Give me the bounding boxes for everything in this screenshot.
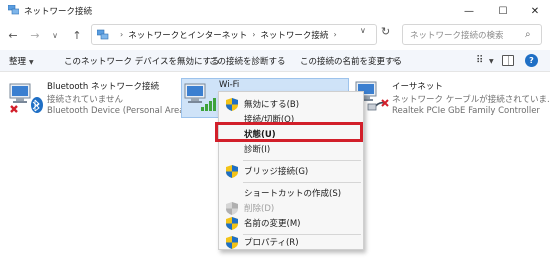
- bluetooth-network-icon: [9, 83, 43, 113]
- menu-label: ブリッジ接続(G): [244, 167, 309, 177]
- breadcrumb-separator: ›: [333, 30, 337, 39]
- forward-arrow-icon[interactable]: →: [26, 26, 44, 44]
- diagnose-connection-button[interactable]: この接続を診断する: [209, 55, 286, 67]
- network-connections-icon: [8, 5, 19, 15]
- recent-locations-chevron-icon[interactable]: ∨: [46, 26, 64, 44]
- uac-shield-icon: [226, 217, 238, 230]
- window-title: ネットワーク接続: [24, 7, 93, 17]
- menu-item-shortcut[interactable]: ショートカットの作成(S): [219, 186, 365, 201]
- menu-separator: [243, 182, 361, 183]
- rename-connection-button[interactable]: この接続の名前を変更する: [300, 55, 402, 67]
- connection-name-wifi: Wi-Fi: [219, 80, 240, 90]
- search-input[interactable]: ネットワーク接続の検索: [410, 29, 525, 41]
- title-bar: ネットワーク接続 — ☐ ✕: [0, 0, 550, 22]
- back-arrow-icon[interactable]: ←: [4, 26, 22, 44]
- breadcrumb-separator: ›: [252, 30, 256, 39]
- wifi-network-icon: [184, 83, 216, 111]
- view-options-icon[interactable]: ⠿: [476, 55, 483, 66]
- disable-device-button[interactable]: このネットワーク デバイスを無効にする: [64, 55, 220, 67]
- menu-label: 削除(D): [244, 204, 275, 214]
- connection-name: Bluetooth ネットワーク接続: [47, 82, 159, 92]
- preview-pane-icon[interactable]: [502, 55, 514, 66]
- breadcrumb-separator: ›: [120, 30, 124, 39]
- organize-button[interactable]: 整理 ▼: [9, 55, 34, 67]
- connection-name: イーサネット: [392, 82, 443, 92]
- menu-label: 無効にする(B): [244, 100, 300, 110]
- network-location-icon: [97, 29, 109, 40]
- menu-label: プロパティ(R): [244, 238, 299, 248]
- menu-item-diagnose[interactable]: 診断(I): [219, 142, 365, 157]
- minimize-button[interactable]: —: [452, 0, 486, 22]
- menu-label: ショートカットの作成(S): [244, 189, 342, 199]
- navigation-bar: ← → ∨ ↑ › ネットワークとインターネット › ネットワーク接続 › ∨ …: [0, 22, 550, 48]
- search-box[interactable]: ネットワーク接続の検索 ⌕: [402, 24, 542, 45]
- menu-item-disable[interactable]: 無効にする(B): [219, 97, 365, 112]
- refresh-icon[interactable]: ↻: [381, 25, 390, 38]
- menu-label: 診断(I): [244, 145, 271, 155]
- menu-item-properties[interactable]: プロパティ(R): [219, 235, 365, 250]
- menu-item-rename[interactable]: 名前の変更(M): [219, 216, 365, 231]
- more-commands-chevron-icon[interactable]: »: [392, 55, 397, 64]
- address-bar[interactable]: › ネットワークとインターネット › ネットワーク接続 ›: [91, 24, 377, 45]
- address-history-chevron-icon[interactable]: ∨: [360, 26, 366, 35]
- up-arrow-icon[interactable]: ↑: [68, 26, 86, 44]
- menu-item-bridge[interactable]: ブリッジ接続(G): [219, 164, 365, 179]
- maximize-button[interactable]: ☐: [486, 0, 520, 22]
- connection-device: Realtek PCIe GbE Family Controller: [392, 106, 540, 116]
- menu-label: 名前の変更(M): [244, 219, 301, 229]
- menu-separator: [243, 160, 361, 161]
- uac-shield-icon: [226, 236, 238, 249]
- connection-status: ネットワーク ケーブルが接続されていま...: [392, 95, 550, 105]
- context-menu: 無効にする(B) 接続/切断(O) 状態(U) 診断(I) ブリッジ接続(G) …: [218, 91, 364, 250]
- organize-label: 整理: [9, 57, 27, 67]
- uac-shield-icon: [226, 98, 238, 111]
- menu-item-delete: 削除(D): [219, 201, 365, 216]
- search-icon[interactable]: ⌕: [525, 29, 541, 40]
- help-icon[interactable]: ?: [525, 54, 538, 67]
- close-button[interactable]: ✕: [518, 0, 550, 22]
- command-bar: 整理 ▼ このネットワーク デバイスを無効にする この接続を診断する この接続の名…: [0, 50, 550, 72]
- view-dropdown-caret-icon[interactable]: ▼: [489, 58, 494, 65]
- breadcrumb-network-internet[interactable]: ネットワークとインターネット: [128, 29, 247, 41]
- dropdown-caret-icon: ▼: [29, 59, 34, 66]
- connection-device: Bluetooth Device (Personal Area ...: [47, 106, 196, 116]
- uac-shield-icon: [226, 165, 238, 178]
- status-highlight-box: [215, 122, 363, 142]
- uac-shield-icon: [226, 202, 238, 215]
- breadcrumb-network-connections[interactable]: ネットワーク接続: [260, 29, 328, 41]
- connection-status: 接続されていません: [47, 95, 123, 105]
